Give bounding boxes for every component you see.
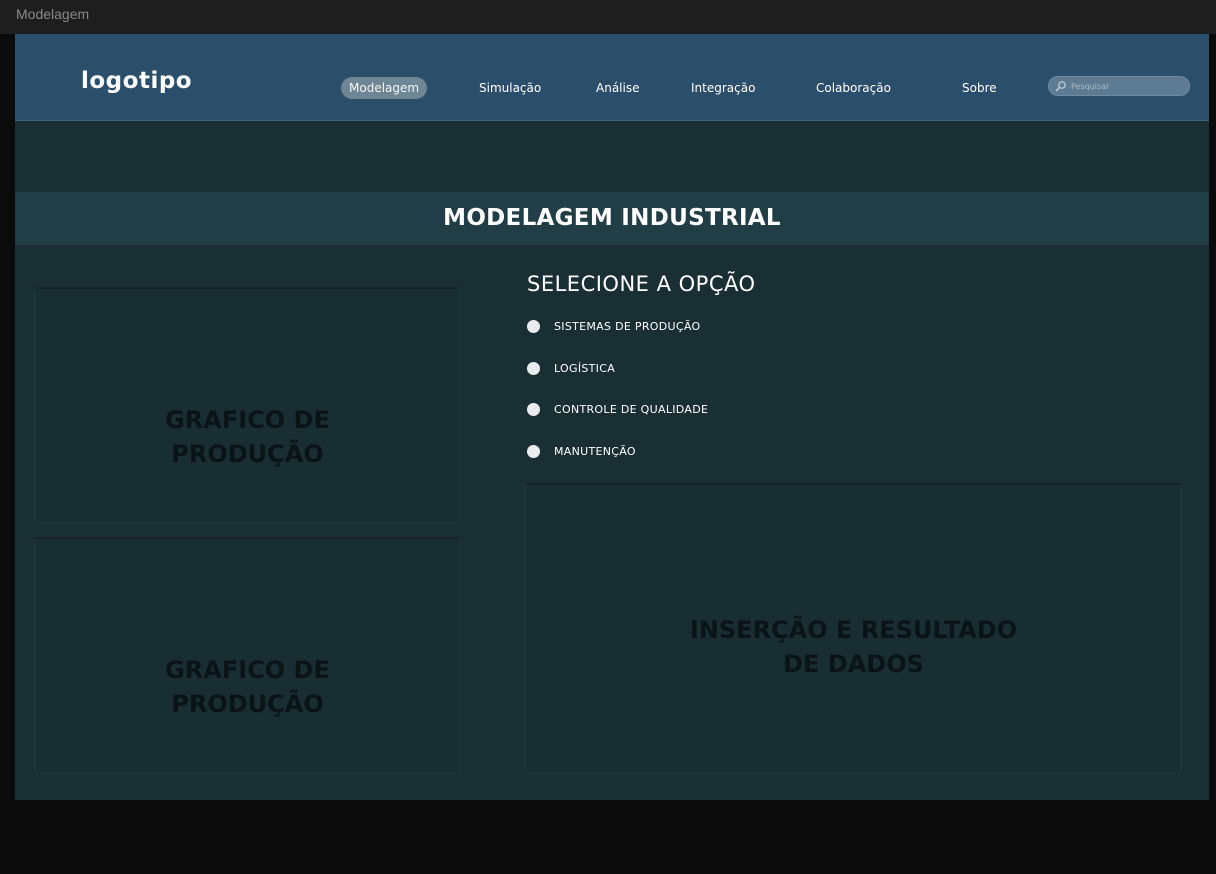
nav-item-analise[interactable]: Análise	[596, 77, 639, 99]
option-logistica[interactable]: LOGÍSTICA	[527, 359, 615, 377]
data-input-result-panel[interactable]: INSERÇÃO E RESULTADO DE DADOS	[525, 483, 1182, 774]
production-chart-panel-top: GRAFICO DE PRODUÇÃO	[34, 287, 461, 523]
panel-label-chart-top: GRAFICO DE PRODUÇÃO	[165, 406, 330, 468]
page-frame: logotipo Modelagem Simulação Análise Int…	[15, 34, 1209, 800]
option-label: LOGÍSTICA	[554, 361, 616, 375]
search-box[interactable]	[1048, 76, 1190, 96]
panel-label-data: INSERÇÃO E RESULTADO DE DADOS	[689, 616, 1018, 678]
option-sistemas-de-producao[interactable]: SISTEMAS DE PRODUÇÃO	[527, 317, 700, 335]
section-header: MODELAGEM INDUSTRIAL	[15, 192, 1209, 245]
option-label: MANUTENÇÃO	[554, 444, 636, 458]
top-navbar: logotipo Modelagem Simulação Análise Int…	[15, 34, 1209, 121]
production-chart-panel-bottom: GRAFICO DE PRODUÇÃO	[34, 537, 461, 774]
nav-item-modelagem[interactable]: Modelagem	[341, 77, 428, 99]
option-label: SISTEMAS DE PRODUÇÃO	[554, 319, 701, 333]
search-icon	[1055, 81, 1066, 92]
radio-button[interactable]	[527, 319, 540, 333]
logo[interactable]: logotipo	[81, 68, 192, 94]
search-input[interactable]	[1071, 78, 1183, 94]
nav-item-sobre[interactable]: Sobre	[962, 77, 997, 99]
panel-label-chart-bottom: GRAFICO DE PRODUÇÃO	[165, 656, 330, 718]
window-title: Modelagem	[16, 6, 90, 22]
option-manutencao[interactable]: MANUTENÇÃO	[527, 442, 636, 460]
radio-button[interactable]	[527, 402, 540, 416]
nav-item-colaboracao[interactable]: Colaboração	[816, 77, 891, 99]
radio-button[interactable]	[527, 361, 540, 375]
option-label: CONTROLE DE QUALIDADE	[554, 402, 709, 416]
window-title-bar: Modelagem	[0, 0, 1216, 34]
options-title: SELECIONE A OPÇÃO	[527, 272, 756, 296]
page-title: MODELAGEM INDUSTRIAL	[443, 205, 781, 231]
option-controle-de-qualidade[interactable]: CONTROLE DE QUALIDADE	[527, 400, 708, 418]
nav-item-simulacao[interactable]: Simulação	[479, 77, 541, 99]
nav-item-integracao[interactable]: Integração	[691, 77, 755, 99]
radio-button[interactable]	[527, 444, 540, 458]
